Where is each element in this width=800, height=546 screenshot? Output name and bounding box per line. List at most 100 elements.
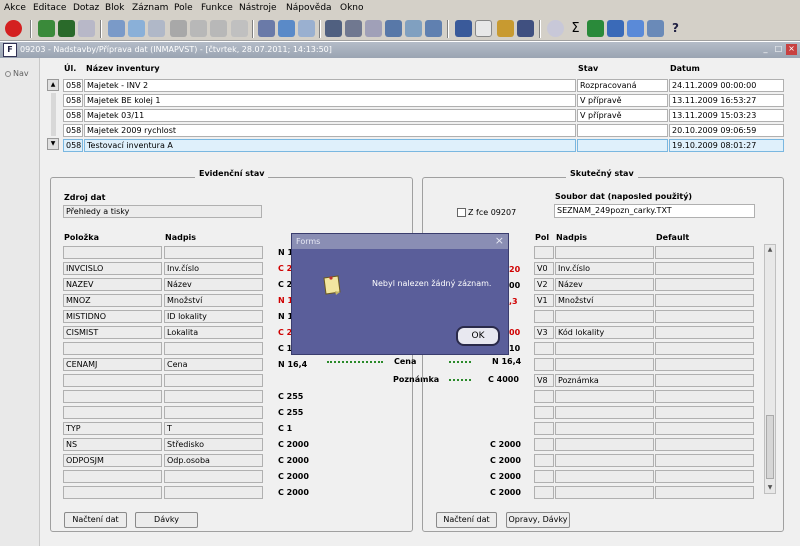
actual-caption-field[interactable] xyxy=(555,406,654,419)
restore-icon[interactable]: □ xyxy=(773,44,784,55)
actual-caption-field[interactable] xyxy=(555,310,654,323)
row-ul[interactable]: 058 xyxy=(63,109,83,122)
dialog-close-icon[interactable]: × xyxy=(495,235,504,247)
evidence-item-field[interactable] xyxy=(63,486,162,499)
export-icon[interactable] xyxy=(278,20,295,37)
copy-icon[interactable] xyxy=(345,20,362,37)
copy-record-icon[interactable] xyxy=(405,20,422,37)
row-status[interactable]: V přípravě xyxy=(577,94,668,107)
nav-item[interactable]: Nav xyxy=(5,69,29,78)
minimize-icon[interactable]: _ xyxy=(760,44,771,55)
actual-load-button[interactable]: Načtení dat xyxy=(436,512,497,528)
menu-nastroje[interactable]: Nástroje xyxy=(239,3,277,13)
actual-pol-field[interactable] xyxy=(534,422,554,435)
evidence-item-field[interactable] xyxy=(63,246,162,259)
evidence-caption-field[interactable]: Množství xyxy=(164,294,263,307)
mail-icon[interactable] xyxy=(298,20,315,37)
row-ul[interactable]: 058 xyxy=(63,94,83,107)
find-icon[interactable] xyxy=(108,20,125,37)
menu-dotaz[interactable]: Dotaz xyxy=(73,3,99,13)
menu-okno[interactable]: Okno xyxy=(340,3,364,13)
evidence-item-field[interactable]: CENAMJ xyxy=(63,358,162,371)
row-name[interactable]: Testovací inventura A xyxy=(84,139,576,152)
sort-desc-icon[interactable] xyxy=(210,20,227,37)
evidence-item-field[interactable] xyxy=(63,470,162,483)
actual-pol-field[interactable] xyxy=(534,342,554,355)
excel-icon[interactable] xyxy=(587,20,604,37)
clock-icon[interactable] xyxy=(547,20,564,37)
actual-scrollbar[interactable]: ▲ ▼ xyxy=(764,244,776,494)
row-date[interactable]: 19.10.2009 08:01:27 xyxy=(669,139,784,152)
actual-pol-field[interactable]: V3 xyxy=(534,326,554,339)
evidence-caption-field[interactable]: Cena xyxy=(164,358,263,371)
evidence-caption-field[interactable] xyxy=(164,406,263,419)
row-status[interactable] xyxy=(577,139,668,152)
save-icon[interactable] xyxy=(38,20,55,37)
actual-default-field[interactable] xyxy=(655,390,754,403)
row-name[interactable]: Majetek BE kolej 1 xyxy=(84,94,576,107)
actual-default-field[interactable] xyxy=(655,422,754,435)
evidence-caption-field[interactable] xyxy=(164,486,263,499)
actual-default-field[interactable] xyxy=(655,454,754,467)
row-ul[interactable]: 058 xyxy=(63,124,83,137)
exit-icon[interactable] xyxy=(5,20,22,37)
actual-pol-field[interactable] xyxy=(534,486,554,499)
document-icon[interactable] xyxy=(475,20,492,37)
evidence-item-field[interactable] xyxy=(63,374,162,387)
evidence-item-field[interactable] xyxy=(63,406,162,419)
evidence-item-field[interactable]: CISMIST xyxy=(63,326,162,339)
actual-caption-field[interactable]: Množství xyxy=(555,294,654,307)
evidence-caption-field[interactable] xyxy=(164,374,263,387)
help-icon[interactable]: ? xyxy=(667,20,684,37)
paste-icon[interactable] xyxy=(365,20,382,37)
evidence-item-field[interactable]: INVCISLO xyxy=(63,262,162,275)
evidence-caption-field[interactable] xyxy=(164,246,263,259)
actual-default-field[interactable] xyxy=(655,470,754,483)
actual-default-field[interactable] xyxy=(655,326,754,339)
actual-default-field[interactable] xyxy=(655,294,754,307)
row-name[interactable]: Majetek - INV 2 xyxy=(84,79,576,92)
actual-default-field[interactable] xyxy=(655,406,754,419)
actual-pol-field[interactable]: V1 xyxy=(534,294,554,307)
actual-caption-field[interactable] xyxy=(555,246,654,259)
cut-icon[interactable] xyxy=(325,20,342,37)
evidence-load-button[interactable]: Načtení dat xyxy=(64,512,127,528)
evidence-item-field[interactable]: NS xyxy=(63,438,162,451)
menu-zaznam[interactable]: Záznam xyxy=(132,3,168,13)
menu-blok[interactable]: Blok xyxy=(105,3,124,13)
actual-caption-field[interactable] xyxy=(555,454,654,467)
close-icon[interactable]: × xyxy=(786,44,797,55)
actual-default-field[interactable] xyxy=(655,374,754,387)
row-status[interactable]: Rozpracovaná xyxy=(577,79,668,92)
evidence-caption-field[interactable] xyxy=(164,470,263,483)
row-ul[interactable]: 058 xyxy=(63,79,83,92)
evidence-caption-field[interactable] xyxy=(164,390,263,403)
print-icon[interactable] xyxy=(258,20,275,37)
actual-caption-field[interactable] xyxy=(555,470,654,483)
ok-button[interactable]: OK xyxy=(456,326,500,346)
scroll-down-icon[interactable]: ▼ xyxy=(765,483,775,493)
menu-napoveda[interactable]: Nápověda xyxy=(286,3,332,13)
actual-caption-field[interactable] xyxy=(555,358,654,371)
actual-default-field[interactable] xyxy=(655,438,754,451)
delete-record-icon[interactable] xyxy=(425,20,442,37)
actual-caption-field[interactable]: Inv.číslo xyxy=(555,262,654,275)
menu-akce[interactable]: Akce xyxy=(4,3,26,13)
sort-asc-icon[interactable] xyxy=(190,20,207,37)
actual-default-field[interactable] xyxy=(655,278,754,291)
actual-pol-field[interactable] xyxy=(534,358,554,371)
evidence-item-field[interactable]: MNOZ xyxy=(63,294,162,307)
row-status[interactable]: V přípravě xyxy=(577,109,668,122)
evidence-caption-field[interactable]: Název xyxy=(164,278,263,291)
actual-caption-field[interactable] xyxy=(555,342,654,355)
scroll-down-icon[interactable]: ▼ xyxy=(47,138,59,150)
execute-query-icon[interactable] xyxy=(148,20,165,37)
actual-caption-field[interactable] xyxy=(555,438,654,451)
evidence-caption-field[interactable]: Lokalita xyxy=(164,326,263,339)
actual-caption-field[interactable] xyxy=(555,486,654,499)
row-name[interactable]: Majetek 03/11 xyxy=(84,109,576,122)
actual-pol-field[interactable]: V0 xyxy=(534,262,554,275)
evidence-item-field[interactable]: ODPOSJM xyxy=(63,454,162,467)
actual-caption-field[interactable]: Kód lokality xyxy=(555,326,654,339)
info-icon[interactable] xyxy=(647,20,664,37)
